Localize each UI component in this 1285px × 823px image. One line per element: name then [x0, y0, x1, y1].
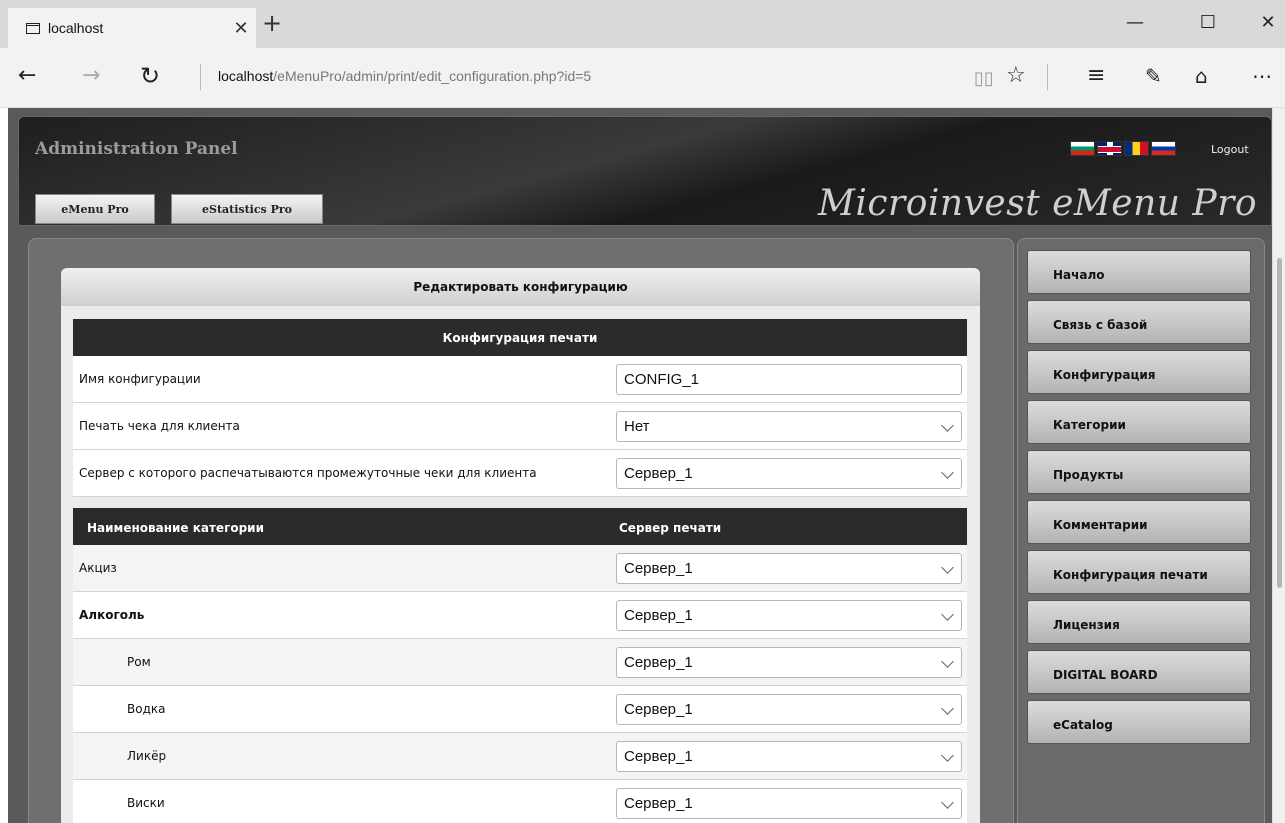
scrollbar-thumb[interactable] — [1277, 258, 1282, 588]
brand-logo-text: Microinvest eMenu Pro — [817, 183, 1257, 224]
page-icon — [26, 22, 40, 34]
tab-title: localhost — [48, 20, 104, 36]
chevron-down-icon — [941, 561, 954, 574]
select-value: Сервер_1 — [624, 795, 693, 812]
bulgarian-flag-icon[interactable] — [1070, 141, 1095, 156]
maximize-icon[interactable]: ☐ — [1185, 12, 1231, 33]
language-flags — [1070, 141, 1176, 156]
table-row: Виски Сервер_1 — [73, 780, 967, 823]
nav-divider — [200, 64, 201, 90]
config-name-input[interactable]: CONFIG_1 — [616, 364, 962, 395]
table-row: Акциз Сервер_1 — [73, 545, 967, 592]
menu-item-home[interactable]: Начало — [1027, 250, 1251, 294]
table-row: Ликёр Сервер_1 — [73, 733, 967, 780]
back-arrow-icon[interactable]: ← — [18, 62, 36, 90]
url-host: localhost — [218, 68, 274, 84]
chevron-down-icon — [941, 749, 954, 762]
chevron-down-icon — [941, 702, 954, 715]
print-server-select[interactable]: Сервер_1 — [616, 600, 962, 631]
address-bar[interactable]: localhost/eMenuPro/admin/print/edit_conf… — [218, 68, 591, 84]
select-value: Сервер_1 — [624, 701, 693, 718]
select-value: Сервер_1 — [624, 748, 693, 765]
menu-item-license[interactable]: Лицензия — [1027, 600, 1251, 644]
print-server-select[interactable]: Сервер_1 — [616, 694, 962, 725]
web-note-icon[interactable]: ✎ — [1145, 62, 1162, 90]
select-value: Сервер_1 — [624, 465, 693, 482]
chevron-down-icon — [941, 608, 954, 621]
admin-panel-title: Administration Panel — [35, 139, 238, 159]
menu-item-database-connection[interactable]: Связь с базой — [1027, 300, 1251, 344]
card-title: Редактировать конфигурацию — [61, 268, 980, 306]
romanian-flag-icon[interactable] — [1124, 141, 1149, 156]
emenu-pro-button[interactable]: eMenu Pro — [35, 194, 155, 224]
menu-item-configuration[interactable]: Конфигурация — [1027, 350, 1251, 394]
browser-tab[interactable]: localhost ✕ — [8, 8, 256, 48]
reading-view-icon[interactable]: ▯▯ — [974, 65, 994, 93]
chevron-down-icon — [941, 796, 954, 809]
menu-item-comments[interactable]: Комментарии — [1027, 500, 1251, 544]
category-name: Виски — [127, 796, 165, 810]
hub-icon[interactable]: ≡ — [1087, 62, 1105, 90]
category-name: Алкоголь — [79, 608, 145, 622]
print-server-select[interactable]: Сервер_1 — [616, 553, 962, 584]
nav-divider — [1047, 64, 1048, 90]
field-label: Имя конфигурации — [79, 372, 201, 386]
favorite-star-icon[interactable]: ☆ — [1006, 62, 1026, 90]
print-config-section-header: Конфигурация печати — [73, 319, 967, 356]
menu-item-products[interactable]: Продукты — [1027, 450, 1251, 494]
more-icon[interactable]: ⋯ — [1252, 62, 1272, 90]
russian-flag-icon[interactable] — [1151, 141, 1176, 156]
column-header-print-server: Сервер печати — [619, 521, 722, 535]
interim-server-select[interactable]: Сервер_1 — [616, 458, 962, 489]
category-name: Ликёр — [127, 749, 167, 763]
share-icon[interactable]: ⌂ — [1195, 62, 1208, 90]
new-tab-icon[interactable]: + — [262, 10, 282, 36]
categories-table-header: Наименование категории Сервер печати — [73, 508, 967, 545]
browser-tab-bar: localhost ✕ + — ☐ ✕ — [0, 0, 1285, 48]
close-tab-icon[interactable]: ✕ — [226, 18, 256, 39]
print-receipt-select[interactable]: Нет — [616, 411, 962, 442]
category-name: Акциз — [79, 561, 117, 575]
menu-item-digital-board[interactable]: DIGITAL BOARD — [1027, 650, 1251, 694]
minimize-icon[interactable]: — — [1112, 12, 1158, 33]
select-value: Сервер_1 — [624, 654, 693, 671]
chevron-down-icon — [941, 466, 954, 479]
print-server-select[interactable]: Сервер_1 — [616, 788, 962, 819]
menu-item-print-configuration[interactable]: Конфигурация печати — [1027, 550, 1251, 594]
category-name: Ром — [127, 655, 151, 669]
config-name-row: Имя конфигурации CONFIG_1 — [73, 356, 967, 403]
column-header-category: Наименование категории — [87, 521, 264, 535]
print-server-select[interactable]: Сервер_1 — [616, 741, 962, 772]
browser-nav-bar: ← → ↻ localhost/eMenuPro/admin/print/edi… — [0, 48, 1285, 108]
chevron-down-icon — [941, 419, 954, 432]
chevron-down-icon — [941, 655, 954, 668]
url-path: /eMenuPro/admin/print/edit_configuration… — [273, 68, 592, 84]
table-row: Водка Сервер_1 — [73, 686, 967, 733]
forward-arrow-icon[interactable]: → — [82, 62, 100, 90]
field-label: Печать чека для клиента — [79, 419, 240, 433]
field-label: Сервер с которого распечатываются промеж… — [79, 466, 537, 480]
logout-link[interactable]: Logout — [1211, 143, 1249, 156]
select-value: Нет — [624, 418, 650, 435]
menu-item-ecatalog[interactable]: eCatalog — [1027, 700, 1251, 744]
select-value: Сервер_1 — [624, 560, 693, 577]
select-value: Сервер_1 — [624, 607, 693, 624]
print-receipt-row: Печать чека для клиента Нет — [73, 403, 967, 450]
section-title: Конфигурация печати — [442, 330, 598, 345]
table-row: Алкоголь Сервер_1 — [73, 592, 967, 639]
table-row: Ром Сервер_1 — [73, 639, 967, 686]
close-window-icon[interactable]: ✕ — [1245, 12, 1285, 33]
refresh-icon[interactable]: ↻ — [140, 62, 160, 90]
estatistics-pro-button[interactable]: eStatistics Pro — [171, 194, 323, 224]
menu-item-categories[interactable]: Категории — [1027, 400, 1251, 444]
category-name: Водка — [127, 702, 166, 716]
uk-flag-icon[interactable] — [1097, 141, 1122, 156]
interim-server-row: Сервер с которого распечатываются промеж… — [73, 450, 967, 497]
print-server-select[interactable]: Сервер_1 — [616, 647, 962, 678]
admin-header: Administration Panel eMenu Pro eStatisti… — [18, 116, 1272, 226]
